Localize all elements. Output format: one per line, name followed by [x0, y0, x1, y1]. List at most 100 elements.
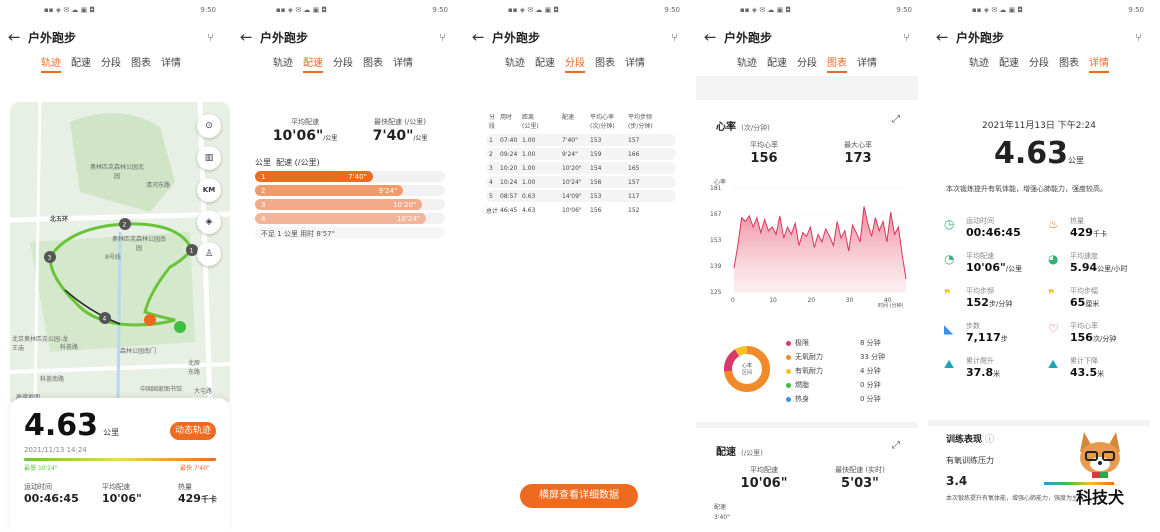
footsteps-icon: ❞ — [944, 287, 951, 301]
pace-row: 4 10'24" — [255, 213, 445, 224]
best-pace-label: 最快配速 (/公里) — [373, 118, 427, 126]
tab-segments[interactable]: 分段 — [101, 54, 121, 71]
tab-track[interactable]: 轨迹 — [41, 54, 61, 73]
status-icons: ▪▪ ◈ ✉ ☁ ▣ ◘ — [972, 6, 1024, 14]
share-icon[interactable]: ⑂ — [207, 31, 214, 44]
tab-charts[interactable]: 图表 — [827, 54, 847, 73]
tab-pace[interactable]: 配速 — [303, 54, 323, 73]
back-arrow-icon[interactable]: ← — [8, 28, 28, 46]
zone-value: 8 分钟 — [860, 339, 881, 347]
tab-track[interactable]: 轨迹 — [969, 54, 989, 71]
tab-track[interactable]: 轨迹 — [505, 54, 525, 71]
share-icon[interactable]: ⑂ — [1135, 31, 1142, 44]
status-time: 9:50 — [432, 6, 448, 14]
avg-hr-label: 平均心率 — [750, 141, 778, 149]
workout-date: 2021/11/13 14:24 — [24, 446, 87, 454]
map-icon[interactable]: ▥ — [197, 146, 221, 170]
tab-details[interactable]: 详情 — [1089, 54, 1109, 73]
workout-datetime: 2021年11月13日 下午2:24 — [982, 121, 1096, 131]
pace-row: 2 9'24" — [255, 185, 445, 196]
hr-section-title: 心率 (次/分钟) — [716, 122, 770, 133]
status-time: 9:50 — [664, 6, 680, 14]
status-time: 9:50 — [896, 6, 912, 14]
share-icon[interactable]: ⑂ — [903, 31, 910, 44]
landscape-view-button[interactable]: 横屏查看详细数据 — [520, 484, 638, 508]
table-row: 3 10:20 1.00 10'20" 154 165 — [486, 162, 676, 174]
runner-icon[interactable]: ♙ — [197, 242, 221, 266]
tab-pace[interactable]: 配速 — [535, 54, 555, 71]
detail-item: ◣ 步数 7,117步 — [944, 322, 1008, 344]
distance-value: 4.63 — [24, 408, 99, 443]
tab-bar: 轨迹 配速 分段 图表 详情 — [928, 54, 1150, 76]
detail-item: ❞ 平均步幅 65厘米 — [1048, 287, 1100, 309]
tab-segments[interactable]: 分段 — [1029, 54, 1049, 71]
back-arrow-icon[interactable]: ← — [704, 28, 724, 46]
table-row: 1 07:40 1.00 7'40" 153 157 — [486, 134, 676, 146]
expand-icon[interactable]: ⤢ — [892, 114, 900, 125]
share-icon[interactable]: ⑂ — [671, 31, 678, 44]
hr-area — [734, 206, 906, 292]
dynamic-track-button[interactable]: 动态轨迹 — [170, 422, 216, 440]
screen-segments: ▪▪ ◈ ✉ ☁ ▣ ◘ 9:50 ← 户外跑步 ⑂ 轨迹 配速 分段 图表 详情 — [464, 0, 686, 532]
zone-dot — [786, 354, 791, 360]
km-icon[interactable]: KM — [197, 178, 221, 202]
tab-details[interactable]: 详情 — [625, 54, 645, 71]
tab-details[interactable]: 详情 — [393, 54, 413, 71]
avg-hr-value: 156 — [750, 151, 778, 166]
tab-bar: 轨迹 配速 分段 图表 详情 — [232, 54, 454, 76]
tab-charts[interactable]: 图表 — [363, 54, 383, 71]
page-title: 户外跑步 — [492, 30, 541, 45]
tab-details[interactable]: 详情 — [857, 54, 877, 71]
summary-card: 4.63 公里 动态轨迹 2021/11/13 14:24 最慢 10'24" … — [10, 398, 230, 532]
zone-dot — [786, 382, 791, 388]
tab-pace[interactable]: 配速 — [999, 54, 1019, 71]
table-row: 2 09:24 1.00 9'24" 159 166 — [486, 148, 676, 160]
max-hr-label: 最大心率 — [844, 141, 872, 149]
tab-track[interactable]: 轨迹 — [273, 54, 293, 71]
y-tick-label: 181 — [710, 185, 722, 192]
tab-pace[interactable]: 配速 — [767, 54, 787, 71]
tab-segments[interactable]: 分段 — [565, 54, 585, 73]
tab-bar: 轨迹 配速 分段 图表 详情 — [0, 54, 222, 76]
hr-x-axis-title: 时间 (分钟) — [878, 303, 904, 309]
y-tick-label: 153 — [710, 237, 722, 244]
tab-details[interactable]: 详情 — [161, 54, 181, 71]
x-tick-label: 20 — [807, 297, 815, 304]
map-label: 奥林匹克森林公园南园 — [111, 236, 166, 252]
share-icon[interactable]: ⑂ — [439, 31, 446, 44]
tab-bar: 轨迹 配速 分段 图表 详情 — [696, 54, 918, 76]
pace-axis-tick: 3'40" — [714, 514, 730, 521]
back-arrow-icon[interactable]: ← — [240, 28, 260, 46]
detail-item: ♨ 热量 429千卡 — [1048, 217, 1107, 239]
status-icons: ▪▪ ◈ ✉ ☁ ▣ ◘ — [740, 6, 792, 14]
status-time: 9:50 — [1128, 6, 1144, 14]
back-arrow-icon[interactable]: ← — [936, 28, 956, 46]
tab-charts[interactable]: 图表 — [131, 54, 151, 71]
distance-unit: 公里 — [103, 428, 120, 437]
compass-icon[interactable]: ⊙ — [197, 114, 221, 138]
pace-row: 1 7'40" — [255, 171, 445, 182]
fastest-pace: 最快 7'40" — [180, 465, 210, 472]
svg-text:2: 2 — [123, 222, 127, 229]
page-title: 户外跑步 — [724, 30, 773, 45]
tab-segments[interactable]: 分段 — [797, 54, 817, 71]
layers-icon[interactable]: ◈ — [197, 210, 221, 234]
screen-pace: ▪▪ ◈ ✉ ☁ ▣ ◘ 9:50 ← 户外跑步 ⑂ 轨迹 配速 分段 图表 详情 — [232, 0, 454, 532]
map-label: 北五环 — [50, 216, 69, 223]
pace-footer: 不足 1 公里 用时 8'57" — [255, 227, 445, 238]
expand-icon[interactable]: ⤢ — [892, 440, 900, 451]
page-title: 户外跑步 — [28, 30, 77, 45]
tab-segments[interactable]: 分段 — [333, 54, 353, 71]
tab-pace[interactable]: 配速 — [71, 54, 91, 71]
tab-charts[interactable]: 图表 — [595, 54, 615, 71]
training-sub: 有氧训练压力 — [946, 456, 994, 465]
back-arrow-icon[interactable]: ← — [472, 28, 492, 46]
route-map[interactable]: 3 2 1 4 北五环 奥林匹克森林公园北园 清河东路 奥林匹克森林公园南园 北… — [10, 102, 230, 402]
avg-pace-value: 10'06"/公里 — [272, 128, 338, 144]
tab-charts[interactable]: 图表 — [1059, 54, 1079, 71]
tab-track[interactable]: 轨迹 — [737, 54, 757, 71]
pace-bar: 4 10'24" — [255, 213, 426, 224]
info-icon[interactable]: ⓘ — [985, 435, 994, 445]
detail-item: ⛰ 累计下降 43.5米 — [1048, 357, 1105, 379]
detail-item: ◷ 运动时间 00:46:45 — [944, 217, 1021, 239]
